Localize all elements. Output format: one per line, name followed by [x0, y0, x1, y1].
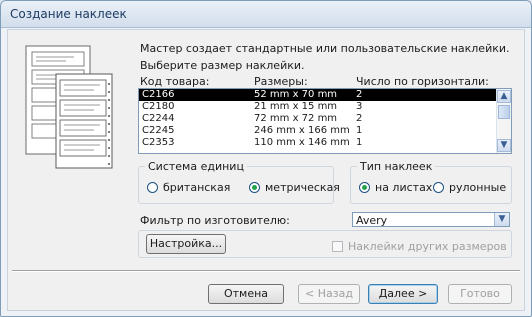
radio-metric[interactable]: метрическая — [249, 181, 340, 194]
cell-code: C2180 — [142, 101, 175, 112]
cell-size: 72 mm x 72 mm — [254, 113, 338, 124]
back-button[interactable]: < Назад — [298, 284, 360, 304]
column-header-across: Число по горизонтали: — [356, 75, 489, 88]
radio-selected-icon — [359, 182, 370, 193]
cell-across: 1 — [356, 125, 363, 136]
label-sheets-illustration — [25, 45, 113, 169]
radio-imperial[interactable]: британская — [147, 181, 230, 194]
label-type-group-title: Тип наклеек — [357, 160, 436, 173]
manufacturer-filter-label: Фильтр по изготовителю: — [140, 214, 290, 227]
list-scrollbar[interactable]: ▲ ▼ — [496, 89, 511, 153]
wizard-client-area: Мастер создает стандартные или пользоват… — [7, 29, 525, 311]
radio-sheet-feed-label: на листах — [375, 181, 433, 194]
cancel-button[interactable]: Отмена — [208, 284, 284, 304]
title-bar[interactable]: Создание наклеек — [1, 1, 531, 28]
column-header-code: Код товара: — [140, 75, 210, 88]
list-item[interactable]: C2244 72 mm x 72 mm 2 — [139, 113, 511, 125]
list-item-selected[interactable]: C2166 52 mm x 70 mm 2 — [139, 89, 511, 101]
scroll-thumb[interactable] — [498, 105, 510, 119]
radio-continuous[interactable]: рулонные — [433, 181, 506, 194]
cell-across: 2 — [356, 113, 363, 124]
label-size-list[interactable]: C2166 52 mm x 70 mm 2 C2180 21 mm x 15 m… — [138, 88, 512, 154]
radio-metric-label: метрическая — [265, 181, 340, 194]
radio-unselected-icon — [433, 182, 444, 193]
radio-selected-icon — [249, 182, 260, 193]
manufacturer-value: Avery — [356, 214, 388, 227]
chevron-down-icon[interactable]: ▼ — [494, 213, 509, 226]
footer-divider — [12, 270, 520, 272]
list-item[interactable]: C2180 21 mm x 15 mm 3 — [139, 101, 511, 113]
cell-across: 1 — [356, 137, 363, 148]
cell-size: 21 mm x 15 mm — [254, 101, 338, 112]
cell-across: 3 — [356, 101, 363, 112]
customize-button[interactable]: Настройка... — [146, 234, 226, 254]
cell-code: C2166 — [142, 89, 175, 100]
scroll-up-icon[interactable]: ▲ — [497, 90, 511, 103]
cell-across: 2 — [356, 89, 363, 100]
list-item[interactable]: C2245 246 mm x 166 mm 1 — [139, 125, 511, 137]
checkbox-icon — [332, 241, 343, 252]
cell-code: C2244 — [142, 113, 175, 124]
scroll-down-icon[interactable]: ▼ — [497, 139, 511, 152]
next-button[interactable]: Далее > — [368, 284, 438, 304]
cell-size: 110 mm x 146 mm — [254, 137, 350, 148]
radio-unselected-icon — [147, 182, 158, 193]
intro-text-1: Мастер создает стандартные или пользоват… — [140, 42, 510, 55]
radio-sheet-feed[interactable]: на листах — [359, 181, 432, 194]
cell-size: 246 mm x 166 mm — [254, 125, 350, 136]
window-title: Создание наклеек — [10, 7, 127, 21]
cell-size: 52 mm x 70 mm — [254, 89, 338, 100]
units-group: Система единиц британская метрическая — [138, 160, 340, 204]
radio-continuous-label: рулонные — [449, 181, 507, 194]
finish-button[interactable]: Готово — [448, 284, 512, 304]
column-header-size: Размеры: — [254, 75, 308, 88]
intro-text-2: Выберите размер наклейки. — [140, 59, 305, 72]
cell-code: C2353 — [142, 137, 175, 148]
cell-code: C2245 — [142, 125, 175, 136]
label-type-group: Тип наклеек на листах рулонные — [350, 160, 512, 204]
list-item[interactable]: C2353 110 mm x 146 mm 1 — [139, 137, 511, 149]
custom-sizes-checkbox[interactable]: Наклейки других размеров — [332, 240, 507, 253]
custom-sizes-label: Наклейки других размеров — [348, 240, 507, 253]
manufacturer-dropdown[interactable]: Avery ▼ — [352, 212, 510, 227]
label-wizard-window: Создание наклеек Мастер создает стандарт… — [0, 0, 532, 317]
radio-imperial-label: британская — [163, 181, 231, 194]
units-group-title: Система единиц — [145, 160, 247, 173]
